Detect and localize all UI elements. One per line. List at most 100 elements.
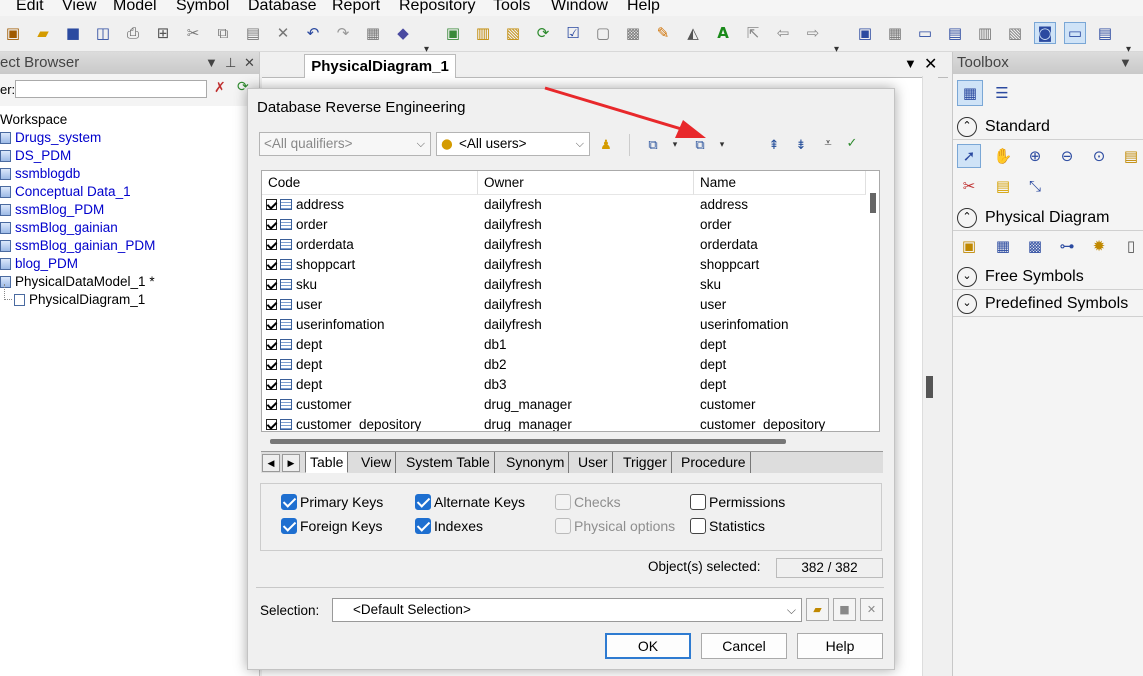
alternate-keys-checkbox[interactable]: Alternate Keys [415,494,525,510]
row-checkbox[interactable] [266,359,277,370]
menu-symbol[interactable]: Symbol [176,0,229,15]
generate-icon[interactable]: ▣ [442,22,464,44]
view-tool-icon[interactable]: ▩ [1023,234,1047,258]
link-tool-icon[interactable]: ⤡ [1023,174,1047,198]
table-row[interactable]: dept db3 dept [262,375,862,395]
new-icon[interactable]: ▣ [2,22,24,44]
output-view-icon[interactable]: ▭ [1064,22,1086,44]
tab-user[interactable]: User [574,452,613,473]
view-icon-2[interactable]: ▦ [884,22,906,44]
shape-icon[interactable]: ▢ [592,22,614,44]
menu-database[interactable]: Database [248,0,317,15]
tab-system-table[interactable]: System Table [402,452,495,473]
close-icon[interactable]: ✕ [244,52,255,74]
delete-selection-icon[interactable]: ✕ [860,598,883,621]
table-row[interactable]: userinfomation dailyfresh userinfomation [262,315,862,335]
row-checkbox[interactable] [266,339,277,350]
cut-icon[interactable]: ✂ [182,22,204,44]
close-diagram-icon[interactable]: ✕ [924,54,937,74]
move-up-icon[interactable]: ⇞ [766,135,782,155]
filter-check-icon[interactable]: ✓ [842,133,862,153]
table-tool-icon[interactable]: ▦ [991,234,1015,258]
table-row[interactable]: user dailyfresh user [262,295,862,315]
check-model-icon[interactable]: ◆ [392,22,414,44]
view-icon-5[interactable]: ▥ [974,22,996,44]
package-icon[interactable]: ▣ [957,234,981,258]
copy-icon[interactable]: ⧉ [212,22,234,44]
redo-icon[interactable]: ↷ [332,22,354,44]
result-view-icon[interactable]: ▤ [1094,22,1116,44]
view-icon-3[interactable]: ▭ [914,22,936,44]
tree-model-item-active[interactable]: PhysicalDataModel_1 * [0,274,155,289]
select-all-dropdown-icon[interactable]: ▾ [668,135,682,155]
compare-icon[interactable]: ▧ [502,22,524,44]
toolbox-menu-icon[interactable]: ▼ [1119,52,1132,74]
clear-filter-icon[interactable]: ✗ [214,80,226,96]
table-row[interactable]: shoppcart dailyfresh shoppcart [262,255,862,275]
table-row[interactable]: dept db2 dept [262,355,862,375]
tree-model-item[interactable]: ssmBlog_gainian [0,220,118,235]
pin-icon[interactable]: ⊥ [225,52,236,74]
table-row[interactable]: address dailyfresh address [262,195,862,215]
menu-repository[interactable]: Repository [399,0,475,15]
selection-select[interactable]: <Default Selection> ⌵ [332,598,802,622]
row-checkbox[interactable] [266,259,277,270]
tree-model-item[interactable]: DS_PDM [0,148,71,163]
table-row[interactable]: dept db1 dept [262,335,862,355]
menu-model[interactable]: Model [113,0,157,15]
table-row[interactable]: orderdata dailyfresh orderdata [262,235,862,255]
cancel-button[interactable]: Cancel [701,633,787,659]
table-row[interactable]: order dailyfresh order [262,215,862,235]
paste-tool-icon[interactable]: ▤ [991,174,1015,198]
tab-table[interactable]: Table [305,452,349,473]
properties-tool-icon[interactable]: ▤ [1119,144,1143,168]
menu-help[interactable]: Help [627,0,660,15]
layout-icon[interactable]: ▩ [622,22,644,44]
tree-model-item[interactable]: Conceptual Data_1 [0,184,131,199]
arrow-right-icon[interactable]: ⇨ [802,22,824,44]
move-down-icon[interactable]: ⇟ [793,135,809,155]
row-checkbox[interactable] [266,279,277,290]
help-button[interactable]: Help [797,633,883,659]
view-icon-1[interactable]: ▣ [854,22,876,44]
save-all-icon[interactable]: ◫ [92,22,114,44]
delete-tool-icon[interactable]: ✂ [957,174,981,198]
icon-view-icon[interactable]: ▦ [957,80,983,106]
table-scroll-thumb[interactable] [870,193,876,213]
reverse-icon[interactable]: ▥ [472,22,494,44]
tree-model-item[interactable]: blog_PDM [0,256,78,271]
row-checkbox[interactable] [266,399,277,410]
tree-diagram-item[interactable]: PhysicalDiagram_1 [14,292,145,307]
owner-select[interactable]: ● <All users> ⌵ [436,132,590,156]
window-menu-icon[interactable]: ▼ [904,56,917,71]
row-checkbox[interactable] [266,319,277,330]
zoom-in-icon[interactable]: ⊕ [1023,144,1047,168]
view-icon-4[interactable]: ▤ [944,22,966,44]
row-checkbox[interactable] [266,419,277,430]
print-preview-icon[interactable]: ⊞ [152,22,174,44]
tree-model-item[interactable]: ssmBlog_PDM [0,202,104,217]
table-row[interactable]: sku dailyfresh sku [262,275,862,295]
tab-view[interactable]: View [357,452,397,473]
tab-synonym[interactable]: Synonym [502,452,570,473]
user-select-icon[interactable]: ♟ [596,135,616,155]
pointer-icon[interactable]: ➚ [957,144,981,168]
bring-front-icon[interactable]: ⇱ [742,22,764,44]
tab-physical-diagram[interactable]: PhysicalDiagram_1 [304,54,456,78]
arrow-left-icon[interactable]: ⇦ [772,22,794,44]
filter-icon[interactable]: ⩡ [819,133,837,153]
toolbox-section-predefined-symbols[interactable]: ⌄ Predefined Symbols [953,291,1143,317]
select-all-icon[interactable]: ⧉ [644,135,662,155]
toolbox-section-physical-diagram[interactable]: ⌃ Physical Diagram [953,205,1143,231]
check-icon[interactable]: ☑ [562,22,584,44]
tab-scroll-left-icon[interactable]: ◀ [262,454,280,472]
tree-workspace[interactable]: Workspace [0,112,67,127]
indexes-checkbox[interactable]: Indexes [415,518,483,534]
row-checkbox[interactable] [266,219,277,230]
tree-model-item[interactable]: ssmblogdb [0,166,80,181]
paste-icon[interactable]: ▤ [242,22,264,44]
open-folder-icon[interactable]: ▰ [32,22,54,44]
toolbox-section-free-symbols[interactable]: ⌄ Free Symbols [953,264,1143,290]
row-checkbox[interactable] [266,299,277,310]
reference-tool-icon[interactable]: ⊶ [1055,234,1079,258]
